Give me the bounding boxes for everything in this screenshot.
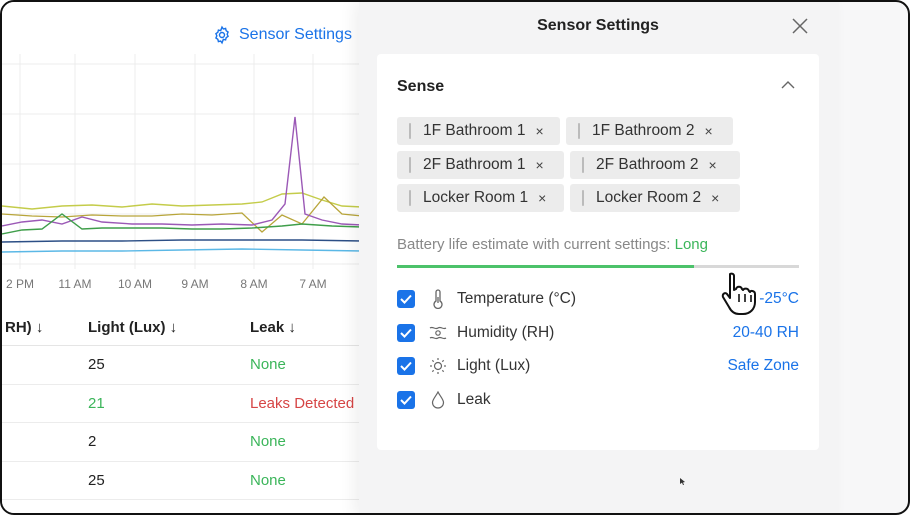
series-line-yellowgreen [2,192,362,210]
option-value[interactable]: 20-40 RH [733,324,799,342]
table-row[interactable]: 25 None [2,462,362,500]
thermometer-icon [429,289,447,309]
battery-estimate: Battery life estimate with current setti… [397,236,708,253]
room-chip[interactable]: 2F Bathroom 2 × [570,151,740,179]
droplet-icon [429,390,447,410]
drag-handle[interactable] [578,123,580,139]
remove-chip-icon[interactable]: × [536,123,544,139]
check-icon [400,395,412,405]
remove-chip-icon[interactable]: × [709,157,717,173]
x-tick-label: 11 AM [58,277,91,291]
room-chip[interactable]: 1F Bathroom 2 × [566,117,733,145]
col-header-light[interactable]: Light (Lux) ↓ [88,319,177,336]
sensor-chart: 2 PM 11 AM 10 AM 9 AM 8 AM 7 AM [2,54,362,291]
battery-slider[interactable] [397,265,799,268]
cell-leak: None [250,356,286,373]
checkbox-leak[interactable] [397,391,415,409]
table-row[interactable]: 21 Leaks Detected [2,385,362,423]
series-line-lightblue [2,248,362,253]
remove-chip-icon[interactable]: × [711,190,719,206]
sensor-settings-label: Sensor Settings [239,26,352,43]
sun-icon [429,356,447,376]
check-icon [400,294,412,304]
mouse-cursor-icon [680,478,685,485]
remove-chip-icon[interactable]: × [705,123,713,139]
checkbox-light[interactable] [397,357,415,375]
check-icon [400,361,412,371]
room-chip-label: 1F Bathroom 1 [423,122,526,139]
room-chip-label: 2F Bathroom 2 [596,156,699,173]
check-icon [400,328,412,338]
cell-leak: None [250,433,286,450]
room-chip-label: Locker Room 2 [596,189,702,206]
humidity-icon [429,323,447,343]
option-humidity: Humidity (RH) 20-40 RH [397,321,799,345]
drag-handle[interactable] [409,157,411,173]
room-chip-label: 2F Bathroom 1 [423,156,526,173]
option-label: Temperature (°C) [457,290,577,307]
drag-handle[interactable] [409,123,411,139]
series-line-navy [2,239,362,243]
cell-leak: Leaks Detected [250,394,355,412]
option-label: Light (Lux) [457,357,531,374]
cell-leak: None [250,471,286,489]
room-chip-label: Locker Room 1 [423,189,529,206]
room-chip[interactable]: Locker Room 1 × [397,184,564,212]
sense-section-title: Sense [397,78,445,95]
room-chip[interactable]: 2F Bathroom 1 × [397,151,564,179]
cell-light: 25 [88,471,105,489]
panel-title: Sensor Settings [537,17,659,34]
sensor-settings-panel: Sensor Settings Sense 1F Bathroom 1 × 1F… [359,2,839,513]
sensor-settings-link[interactable]: Sensor Settings [212,25,352,45]
option-light: Light (Lux) Safe Zone [397,354,799,378]
col-header-leak[interactable]: Leak ↓ [250,319,296,336]
checkbox-temperature[interactable] [397,290,415,308]
table-header-row: RH) ↓ Light (Lux) ↓ Leak ↓ [2,310,362,346]
col-header-humidity[interactable]: RH) ↓ [5,319,43,336]
series-line-purple [2,116,362,227]
x-tick-label: 10 AM [118,277,152,291]
close-icon[interactable] [791,17,809,35]
option-value[interactable]: Safe Zone [727,357,799,375]
chevron-up-icon[interactable] [781,80,795,90]
cell-light: 2 [88,433,97,450]
x-tick-label: 9 AM [181,277,208,291]
room-chip[interactable]: 1F Bathroom 1 × [397,117,560,145]
sensor-table: RH) ↓ Light (Lux) ↓ Leak ↓ 25 None 21 Le… [2,310,362,500]
drag-handle[interactable] [582,157,584,173]
x-tick-label: 2 PM [6,277,34,291]
battery-slider-fill [397,265,695,268]
room-chip-label: 1F Bathroom 2 [592,122,695,139]
option-value[interactable]: -25°C [759,290,799,308]
x-tick-label: 8 AM [240,277,267,291]
drag-handle[interactable] [582,190,584,206]
x-tick-label: 7 AM [299,277,326,291]
dashboard-background: Sensor Settings 2 PM 11 AM 10 AM 9 AM 8 … [2,2,362,513]
pointer-hand-icon [721,272,756,315]
room-chip[interactable]: Locker Room 2 × [570,184,740,212]
drag-handle[interactable] [409,190,411,206]
option-label: Humidity (RH) [457,324,555,341]
gear-icon [215,25,229,45]
remove-chip-icon[interactable]: × [538,190,546,206]
battery-value: Long [674,236,708,253]
table-row[interactable]: 25 None [2,346,362,385]
remove-chip-icon[interactable]: × [536,157,544,173]
table-row[interactable]: 2 None [2,423,362,462]
cell-light: 25 [88,356,105,373]
sense-card: Sense 1F Bathroom 1 × 1F Bathroom 2 × 2F… [377,54,819,450]
option-label: Leak [457,391,491,408]
option-leak: Leak [397,388,799,412]
battery-label: Battery life estimate with current setti… [397,236,671,253]
checkbox-humidity[interactable] [397,324,415,342]
app-window: Sensor Settings 2 PM 11 AM 10 AM 9 AM 8 … [0,0,910,515]
cell-light: 21 [88,394,105,412]
